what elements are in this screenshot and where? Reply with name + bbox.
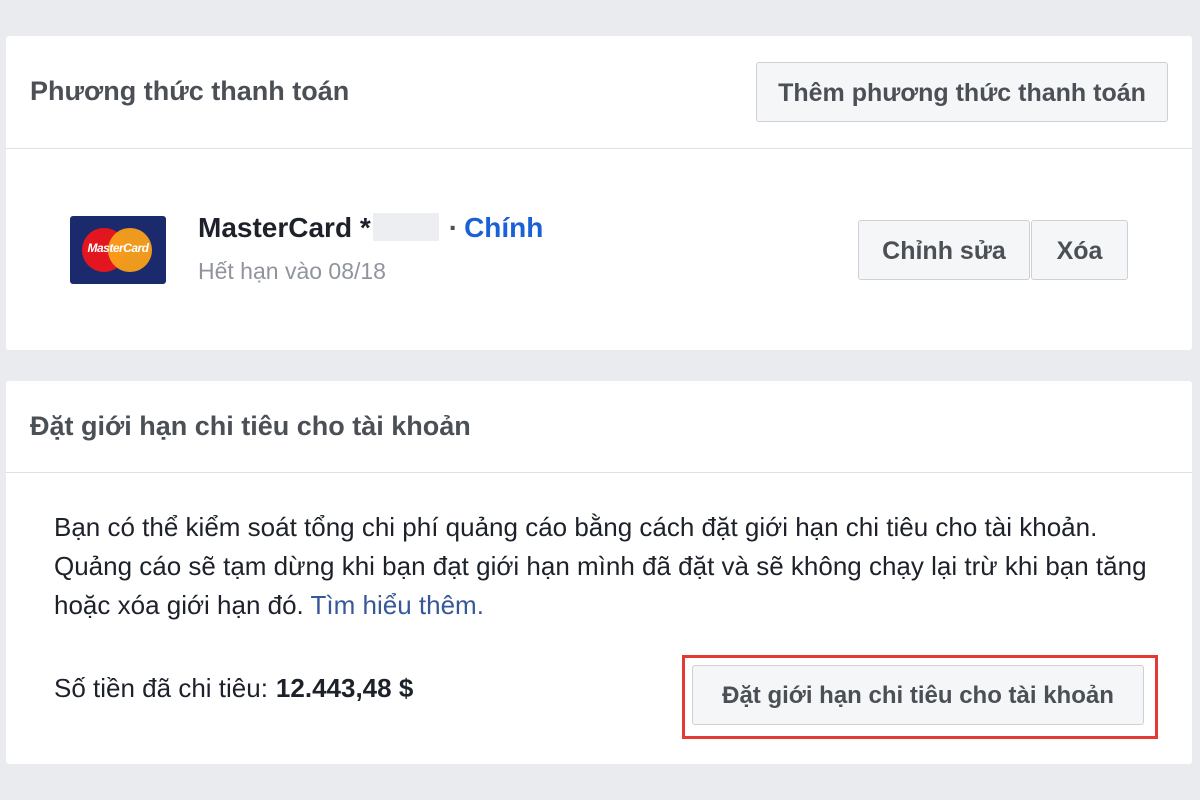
description-text: Bạn có thể kiểm soát tổng chi phí quảng …: [54, 512, 1147, 620]
amount-spent-label: Số tiền đã chi tiêu:: [54, 673, 268, 703]
primary-card-label: Chính: [464, 212, 544, 243]
mastercard-logo-icon: MasterCard: [70, 216, 166, 284]
payment-methods-title: Phương thức thanh toán: [30, 76, 350, 106]
payment-methods-header: Phương thức thanh toán Thêm phương thức …: [6, 36, 1192, 149]
set-spending-limit-button[interactable]: Đặt giới hạn chi tiêu cho tài khoản: [692, 665, 1144, 725]
amount-spent: Số tiền đã chi tiêu: 12.443,48 $: [54, 673, 413, 704]
add-payment-method-button[interactable]: Thêm phương thức thanh toán: [756, 62, 1168, 122]
separator-dot: ·: [448, 212, 459, 243]
card-info-line: MasterCard * · Chính: [198, 212, 543, 244]
delete-card-button[interactable]: Xóa: [1031, 220, 1128, 280]
spending-limit-panel: Đặt giới hạn chi tiêu cho tài khoản Bạn …: [6, 381, 1192, 764]
spending-limit-description: Bạn có thể kiểm soát tổng chi phí quảng …: [54, 508, 1154, 625]
spending-limit-header: Đặt giới hạn chi tiêu cho tài khoản: [6, 381, 1192, 473]
edit-card-button[interactable]: Chỉnh sửa: [858, 220, 1030, 280]
card-name: MasterCard *: [198, 212, 371, 243]
card-expiry: Hết hạn vào 08/18: [198, 258, 386, 284]
payment-methods-panel: Phương thức thanh toán Thêm phương thức …: [6, 36, 1192, 350]
billing-settings-page: Phương thức thanh toán Thêm phương thức …: [0, 0, 1200, 800]
mastercard-logo-text: MasterCard: [87, 241, 149, 255]
masked-card-number: [372, 213, 439, 241]
spending-limit-title: Đặt giới hạn chi tiêu cho tài khoản: [30, 411, 471, 441]
learn-more-link[interactable]: Tìm hiểu thêm.: [311, 590, 484, 620]
amount-spent-value: 12.443,48 $: [275, 673, 414, 703]
